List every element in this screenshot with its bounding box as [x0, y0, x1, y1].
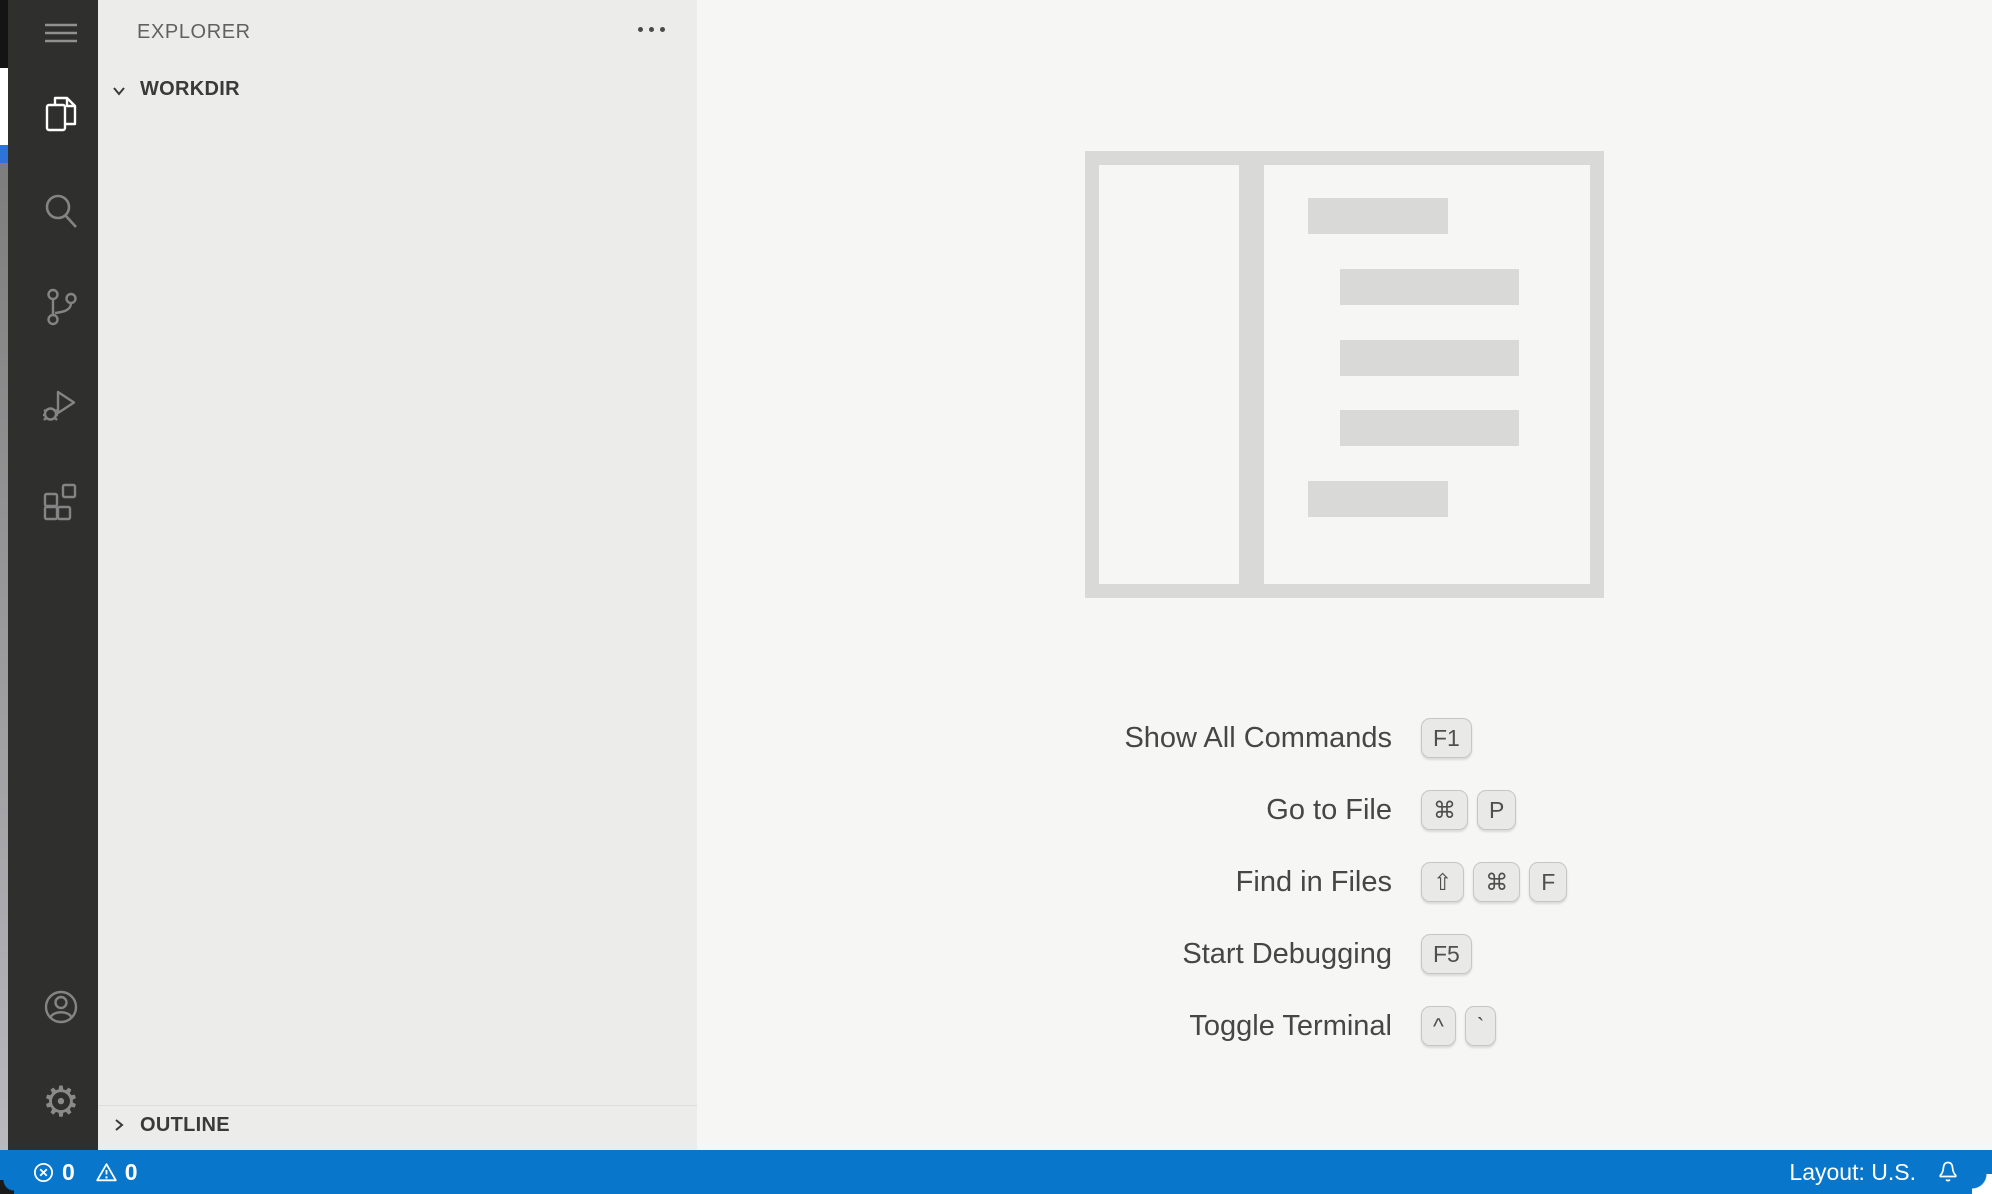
shortcut-label: Toggle Terminal — [897, 1010, 1392, 1043]
keycap-command: ⌘ — [1421, 790, 1468, 830]
shortcut-keys: F1 — [1421, 718, 1472, 758]
extensions-icon[interactable] — [38, 478, 84, 524]
shortcut-label: Go to File — [897, 794, 1392, 827]
edge-segment-gray — [0, 163, 8, 1150]
shortcut-keys: ⇧ ⌘ F — [1421, 862, 1567, 902]
error-count: 0 — [62, 1159, 75, 1186]
shortcut-label: Find in Files — [897, 866, 1392, 899]
explorer-icon[interactable] — [38, 91, 84, 137]
section-header-workdir[interactable]: WORKDIR — [98, 74, 697, 108]
desktop-edge-artifact — [0, 0, 8, 1150]
problems-status[interactable]: 0 0 — [32, 1159, 138, 1186]
keycap: F5 — [1421, 934, 1472, 974]
activity-bar: ⚙ — [8, 0, 98, 1150]
watermark-bar — [1340, 410, 1519, 446]
keycap-control: ^ — [1421, 1006, 1456, 1046]
bell-icon[interactable] — [1936, 1159, 1960, 1185]
keycap-command: ⌘ — [1473, 862, 1520, 902]
editor-area: Show All Commands F1 Go to File ⌘ P Find… — [697, 0, 1992, 1150]
shortcut-label: Show All Commands — [897, 722, 1392, 755]
section-header-outline[interactable]: OUTLINE — [98, 1105, 697, 1139]
watermark-divider — [1239, 165, 1264, 584]
accounts-icon[interactable] — [38, 984, 84, 1030]
sidebar-header: EXPLORER — [98, 0, 697, 66]
shortcut-row: Start Debugging F5 — [897, 930, 1797, 978]
warning-icon — [95, 1161, 118, 1184]
watermark-bar — [1340, 269, 1519, 305]
keycap: F1 — [1421, 718, 1472, 758]
menu-icon[interactable] — [38, 10, 84, 56]
edge-segment-blue — [0, 145, 8, 163]
warning-count: 0 — [125, 1159, 138, 1186]
keycap: F — [1529, 862, 1567, 902]
search-icon[interactable] — [38, 188, 84, 234]
source-control-icon[interactable] — [38, 284, 84, 330]
sidebar-title: EXPLORER — [137, 21, 251, 44]
watermark-bar — [1340, 340, 1519, 376]
keycap-shift: ⇧ — [1421, 862, 1464, 902]
layout-indicator[interactable]: Layout: U.S. — [1789, 1159, 1916, 1186]
shortcut-row: Toggle Terminal ^ ` — [897, 1002, 1797, 1050]
keyboard-shortcut-hints: Show All Commands F1 Go to File ⌘ P Find… — [897, 714, 1797, 1074]
shortcut-row: Go to File ⌘ P — [897, 786, 1797, 834]
chevron-down-icon — [110, 82, 128, 105]
section-label-outline: OUTLINE — [140, 1114, 230, 1137]
screen-corner-artifact — [1972, 1174, 1992, 1194]
watermark-bar — [1308, 481, 1448, 517]
editor-watermark-graphic — [1085, 151, 1604, 598]
settings-gear-icon[interactable]: ⚙ — [38, 1079, 84, 1125]
shortcut-label: Start Debugging — [897, 938, 1392, 971]
vscode-window: ⚙ EXPLORER WORKDIR OUTLINE — [0, 0, 1992, 1194]
screen-corner-artifact — [0, 1180, 14, 1194]
sidebar-explorer: EXPLORER WORKDIR OUTLINE — [98, 0, 697, 1150]
shortcut-keys: ^ ` — [1421, 1006, 1496, 1046]
keycap-backtick: ` — [1465, 1006, 1497, 1046]
keycap: P — [1477, 790, 1516, 830]
status-bar: 0 0 Layout: U.S. — [0, 1150, 1992, 1194]
run-and-debug-icon[interactable] — [38, 381, 84, 427]
shortcut-keys: ⌘ P — [1421, 790, 1516, 830]
error-icon — [32, 1161, 55, 1184]
shortcut-row: Find in Files ⇧ ⌘ F — [897, 858, 1797, 906]
edge-segment-dark — [0, 0, 8, 68]
edge-segment-white — [0, 68, 8, 145]
shortcut-row: Show All Commands F1 — [897, 714, 1797, 762]
chevron-right-icon — [110, 1116, 128, 1139]
shortcut-keys: F5 — [1421, 934, 1472, 974]
watermark-bar — [1308, 198, 1448, 234]
section-label-workdir: WORKDIR — [140, 78, 240, 101]
more-actions-icon[interactable] — [638, 27, 665, 32]
